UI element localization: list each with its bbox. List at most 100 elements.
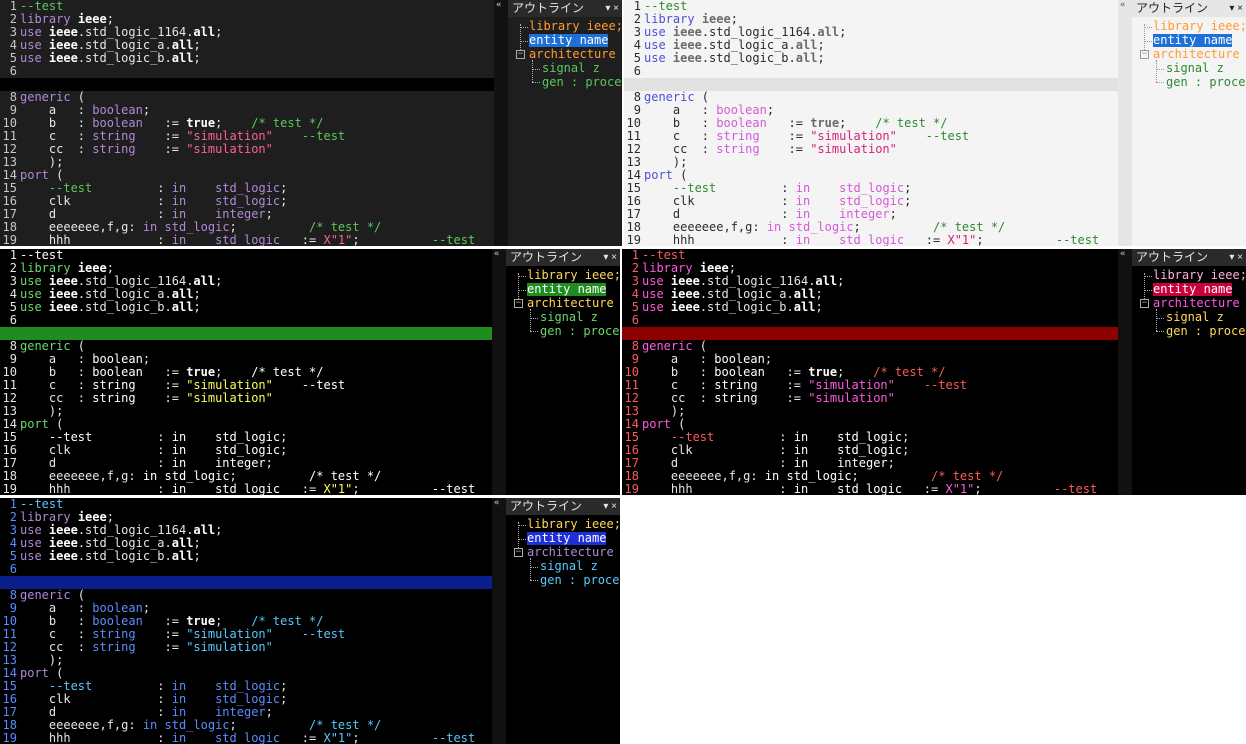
code-editor[interactable]: 12345678910111213141516171819--testlibra…: [0, 498, 492, 744]
outline-node-library[interactable]: library ieee;: [527, 269, 620, 282]
scroll-up-arrow-icon[interactable]: «: [1120, 249, 1125, 259]
outline-tree-branch: [530, 580, 538, 581]
outline-node-library[interactable]: library ieee;: [1153, 269, 1246, 282]
outline-menu-close-buttons[interactable]: ▾ ×: [603, 249, 617, 266]
outline-tree-line: [532, 60, 533, 82]
outline-node-library[interactable]: library ieee;: [529, 20, 622, 33]
outline-node-gen[interactable]: gen : process: [1166, 325, 1246, 338]
outline-menu-close-buttons[interactable]: ▾ ×: [605, 0, 619, 17]
outline-menu-close-buttons[interactable]: ▾ ×: [1229, 0, 1243, 17]
outline-node-gen[interactable]: gen : process: [1166, 76, 1246, 89]
outline-node-gen[interactable]: gen : process: [542, 76, 622, 89]
code-lines[interactable]: --test library ieee; use ieee.std_logic_11…: [20, 249, 492, 495]
outline-tree-branch: [532, 82, 540, 83]
line-number-gutter: 12345678910111213141516171819: [0, 0, 19, 246]
outline-node-signal[interactable]: signal z: [1166, 62, 1224, 75]
outline-node-signal[interactable]: signal z: [542, 62, 600, 75]
code-line[interactable]: );: [642, 405, 1118, 418]
collapse-toggle-icon[interactable]: −: [514, 299, 523, 308]
code-line[interactable]: cc : string := "simulation": [20, 143, 494, 156]
outline-tree-branch: [1144, 41, 1152, 42]
outline-tree-branch: [530, 567, 538, 568]
editor-panel-red: 12345678910111213141516171819--testlibra…: [622, 249, 1246, 495]
outline-node-entity[interactable]: entity name: [527, 532, 607, 545]
outline-node-signal[interactable]: signal z: [540, 311, 598, 324]
outline-node-signal[interactable]: signal z: [540, 560, 598, 573]
outline-tree-branch: [1144, 290, 1152, 291]
outline-node-entity[interactable]: entity name: [1153, 283, 1233, 296]
vertical-scrollbar[interactable]: «: [492, 249, 506, 495]
code-lines[interactable]: --test library ieee; use ieee.std_logic_11…: [20, 0, 494, 246]
code-line[interactable]: hhh : in std_logic := X"1"; --test: [644, 234, 1118, 247]
code-line[interactable]: );: [20, 654, 492, 667]
code-line[interactable]: use ieee.std_logic_b.all;: [20, 301, 492, 314]
outline-title: アウトライン: [1136, 1, 1209, 15]
vertical-scrollbar[interactable]: «: [1118, 249, 1132, 495]
outline-menu-close-buttons[interactable]: ▾ ×: [603, 498, 617, 515]
scroll-up-arrow-icon[interactable]: «: [1120, 0, 1125, 10]
line-number: 19: [2, 482, 17, 496]
collapse-toggle-icon[interactable]: −: [1140, 50, 1149, 59]
code-line[interactable]: hhh : in std_logic := X"1"; --test: [20, 483, 492, 496]
collapse-toggle-icon[interactable]: −: [1140, 299, 1149, 308]
outline-header: アウトライン ▾ ×: [506, 249, 620, 266]
outline-node-entity[interactable]: entity name: [1153, 34, 1233, 47]
outline-tree-branch: [530, 331, 538, 332]
outline-node-library[interactable]: library ieee;: [1153, 20, 1246, 33]
code-line[interactable]: hhh : in std_logic := X"1"; --test: [642, 483, 1118, 496]
code-line[interactable]: hhh : in std_logic := X"1"; --test: [20, 234, 494, 247]
code-lines[interactable]: --test library ieee; use ieee.std_logic_11…: [644, 0, 1118, 246]
outline-tree-branch: [1144, 276, 1152, 277]
outline-node-entity[interactable]: entity name: [527, 283, 607, 296]
outline-tree-branch: [518, 276, 526, 277]
outline-tree-branch: [1156, 69, 1164, 70]
outline-tree-branch: [520, 41, 528, 42]
outline-node-architecture[interactable]: architecture: [527, 297, 614, 310]
vertical-scrollbar[interactable]: «: [494, 0, 508, 246]
outline-tree-branch: [532, 69, 540, 70]
code-line[interactable]: hhh : in std_logic := X"1"; --test: [20, 732, 492, 744]
code-line[interactable]: cc : string := "simulation": [20, 392, 492, 405]
code-line[interactable]: use ieee.std_logic_b.all;: [20, 52, 494, 65]
vertical-scrollbar[interactable]: «: [492, 498, 506, 744]
outline-menu-close-buttons[interactable]: ▾ ×: [1229, 249, 1243, 266]
scroll-up-arrow-icon[interactable]: «: [494, 498, 499, 508]
current-line-highlight: [0, 576, 492, 589]
outline-node-gen[interactable]: gen : process: [540, 574, 620, 587]
scroll-up-arrow-icon[interactable]: «: [496, 0, 501, 10]
outline-node-architecture[interactable]: architecture: [527, 546, 614, 559]
code-editor[interactable]: 12345678910111213141516171819--testlibra…: [0, 249, 492, 495]
outline-node-architecture[interactable]: architecture: [529, 48, 616, 61]
code-lines[interactable]: --test library ieee; use ieee.std_logic_11…: [20, 498, 492, 744]
code-line[interactable]: use ieee.std_logic_b.all;: [642, 301, 1118, 314]
code-line[interactable]: );: [644, 156, 1118, 169]
collapse-toggle-icon[interactable]: −: [516, 50, 525, 59]
code-lines[interactable]: --test library ieee; use ieee.std_logic_11…: [642, 249, 1118, 495]
code-line[interactable]: use ieee.std_logic_b.all;: [20, 550, 492, 563]
code-editor[interactable]: 12345678910111213141516171819--testlibra…: [0, 0, 494, 246]
outline-tree-branch: [530, 318, 538, 319]
code-line[interactable]: cc : string := "simulation": [20, 641, 492, 654]
outline-node-signal[interactable]: signal z: [1166, 311, 1224, 324]
outline-node-architecture[interactable]: architecture: [1153, 48, 1240, 61]
outline-tree-branch: [520, 27, 528, 28]
outline-node-library[interactable]: library ieee;: [527, 518, 620, 531]
code-editor[interactable]: 12345678910111213141516171819--testlibra…: [622, 249, 1118, 495]
outline-node-entity[interactable]: entity name: [529, 34, 609, 47]
line-number-gutter: 12345678910111213141516171819: [624, 0, 643, 246]
code-line[interactable]: );: [20, 156, 494, 169]
outline-header: アウトライン ▾ ×: [506, 498, 620, 515]
outline-node-architecture[interactable]: architecture: [1153, 297, 1240, 310]
line-number: 19: [626, 233, 641, 247]
outline-node-gen[interactable]: gen : process: [540, 325, 620, 338]
collapse-toggle-icon[interactable]: −: [514, 548, 523, 557]
vertical-scrollbar[interactable]: «: [1118, 0, 1132, 246]
code-editor[interactable]: 12345678910111213141516171819--testlibra…: [624, 0, 1118, 246]
code-line[interactable]: );: [20, 405, 492, 418]
code-line[interactable]: use ieee.std_logic_b.all;: [644, 52, 1118, 65]
code-line[interactable]: cc : string := "simulation": [642, 392, 1118, 405]
scroll-up-arrow-icon[interactable]: «: [494, 249, 499, 259]
code-line[interactable]: cc : string := "simulation": [644, 143, 1118, 156]
outline-tree-branch: [518, 539, 526, 540]
outline-tree-branch: [1156, 318, 1164, 319]
